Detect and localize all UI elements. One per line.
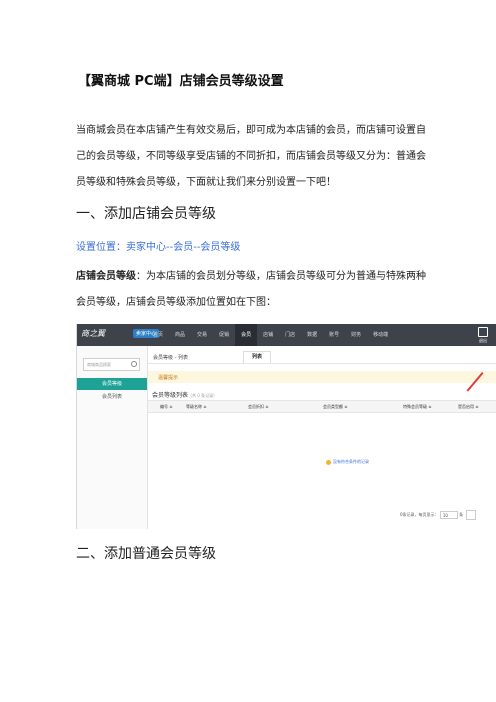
- column-header[interactable]: 特殊会员等级 ≑: [403, 404, 432, 410]
- home-icon: [478, 327, 488, 337]
- nav-item[interactable]: 账号: [323, 324, 345, 346]
- sidebar-item-member-level[interactable]: 会员等级: [77, 378, 147, 390]
- description-paragraph: 店铺会员等级：为本店铺的会员划分等级，店铺会员等级可分为普通与特殊两种会员等级，…: [76, 264, 432, 316]
- search-icon[interactable]: [131, 361, 137, 367]
- admin-screenshot: 商之翼 卖家中心 首页 商品 交易 促销 会员 店铺 门店 数据 账号 财务 移动端 退出 商城商品…: [76, 324, 496, 529]
- column-header[interactable]: 会员折扣 ≑: [248, 404, 269, 410]
- table-header: 编号 ≑ 等级名称 ≑ 会员折扣 ≑ 会员类型额 ≑ 特殊会员等级 ≑ 是否启用…: [148, 400, 496, 413]
- top-nav-bar: 商之翼 卖家中心 首页 商品 交易 促销 会员 店铺 门店 数据 账号 财务 移动端 退出: [77, 324, 496, 346]
- tab-divider: [148, 363, 496, 364]
- tab-list[interactable]: 列表: [243, 351, 271, 363]
- page-title: 【翼商城 PC端】店铺会员等级设置: [78, 74, 284, 89]
- description-label: 店铺会员等级: [76, 271, 136, 282]
- empty-text: 没有符合条件的记录: [333, 459, 369, 464]
- nav-item[interactable]: 数据: [301, 324, 323, 346]
- info-icon: [326, 459, 331, 465]
- nav-item[interactable]: 店铺: [257, 324, 279, 346]
- nav-item[interactable]: 移动端: [367, 324, 394, 346]
- section-1-heading: 一、添加店铺会员等级: [76, 206, 216, 222]
- intro-paragraph: 当商城会员在本店铺产生有效交易后，即可成为本店铺的会员，而店铺可设置自己的会员等…: [76, 125, 426, 188]
- tip-text[interactable]: 温馨提示: [158, 374, 178, 381]
- search-placeholder: 商城商品搜索: [87, 362, 111, 367]
- column-header[interactable]: 等级名称 ≑: [186, 404, 207, 410]
- page-jump-input[interactable]: [466, 510, 477, 520]
- nav-item[interactable]: 商品: [169, 324, 191, 346]
- main-panel: 会员等级 - 列表 列表 温馨提示 会员等级列表（共 0 条记录） 编号 ≑ 等…: [148, 346, 496, 529]
- search-input[interactable]: 商城商品搜索: [83, 358, 140, 371]
- breadcrumb: 会员等级 - 列表: [153, 355, 188, 361]
- nav-item[interactable]: 促销: [213, 324, 235, 346]
- pagination: 0条记录，每页显示： 10 条: [400, 510, 477, 520]
- sidebar-item-member-list[interactable]: 会员列表: [77, 392, 147, 402]
- column-header[interactable]: 编号 ≑: [160, 404, 173, 410]
- exit-button[interactable]: 退出: [475, 327, 491, 344]
- tip-banner: 温馨提示: [148, 371, 496, 383]
- list-title: 会员等级列表（共 0 条记录）: [152, 390, 217, 399]
- page-size-select[interactable]: 10: [439, 511, 458, 519]
- empty-state: 没有符合条件的记录: [326, 459, 369, 465]
- main-nav: 首页 商品 交易 促销 会员 店铺 门店 数据 账号 财务 移动端: [147, 324, 394, 346]
- list-title-text: 会员等级列表: [152, 392, 189, 399]
- pager-label: 0条记录，每页显示：: [400, 512, 439, 517]
- section-2-heading: 二、添加普通会员等级: [76, 546, 216, 562]
- list-count: （共 0 条记录）: [188, 393, 218, 398]
- nav-item[interactable]: 交易: [191, 324, 213, 346]
- column-header[interactable]: 是否启用 ≑: [458, 404, 479, 410]
- nav-item[interactable]: 首页: [147, 324, 169, 346]
- exit-label: 退出: [479, 338, 487, 343]
- sidebar: 商城商品搜索 会员等级 会员列表: [77, 346, 148, 529]
- nav-item[interactable]: 财务: [345, 324, 367, 346]
- brand-logo: 商之翼: [81, 329, 105, 338]
- document-page: 【翼商城 PC端】店铺会员等级设置 当商城会员在本店铺产生有效交易后，即可成为本…: [0, 0, 496, 702]
- column-header[interactable]: 会员类型额 ≑: [323, 404, 348, 410]
- pager-unit: 条: [459, 512, 464, 517]
- nav-item[interactable]: 会员: [235, 324, 258, 346]
- location-path: 设置位置：卖家中心--会员--会员等级: [76, 242, 241, 253]
- nav-item[interactable]: 门店: [279, 324, 301, 346]
